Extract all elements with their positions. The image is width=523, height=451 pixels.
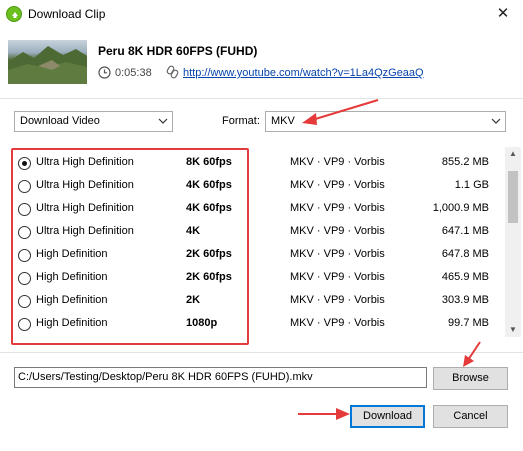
annotation-highlight-box [11, 148, 249, 345]
codec-label: MKV · VP9 · Vorbis [290, 179, 385, 191]
chevron-down-icon [158, 112, 168, 138]
clip-duration: 0:05:38 [115, 67, 152, 79]
size-label: 647.8 MB [441, 248, 489, 260]
size-label: 303.9 MB [441, 294, 489, 306]
size-label: 647.1 MB [441, 225, 489, 237]
close-button[interactable]: ✕ [488, 2, 518, 26]
save-path-input[interactable]: C:/Users/Testing/Desktop/Peru 8K HDR 60F… [14, 367, 427, 388]
title-bar: Download Clip ✕ [0, 0, 523, 30]
cancel-button[interactable]: Cancel [433, 405, 508, 428]
size-label: 465.9 MB [441, 271, 489, 283]
codec-label: MKV · VP9 · Vorbis [290, 271, 385, 283]
size-label: 855.2 MB [441, 156, 489, 168]
codec-label: MKV · VP9 · Vorbis [290, 248, 385, 260]
annotation-arrow-download [298, 408, 350, 420]
divider [0, 98, 523, 99]
download-type-value: Download Video [20, 115, 100, 127]
codec-label: MKV · VP9 · Vorbis [290, 156, 385, 168]
clip-title: Peru 8K HDR 60FPS (FUHD) [98, 44, 258, 58]
size-label: 1.1 GB [454, 179, 489, 191]
scrollbar-thumb[interactable] [508, 171, 518, 223]
codec-label: MKV · VP9 · Vorbis [290, 294, 385, 306]
scroll-up-icon[interactable]: ▲ [505, 147, 521, 161]
list-scrollbar[interactable]: ▲ ▼ [505, 147, 521, 337]
browse-button[interactable]: Browse [433, 367, 508, 390]
codec-label: MKV · VP9 · Vorbis [290, 202, 385, 214]
window-title: Download Clip [28, 7, 106, 21]
divider [0, 352, 523, 353]
codec-label: MKV · VP9 · Vorbis [290, 317, 385, 329]
format-label: Format: [222, 115, 260, 127]
video-thumbnail [8, 40, 87, 84]
annotation-arrow-browse [463, 341, 481, 367]
clock-icon [98, 66, 111, 82]
download-button[interactable]: Download [350, 405, 425, 428]
link-icon [166, 65, 179, 82]
clip-url-link[interactable]: http://www.youtube.com/watch?v=1La4QzGea… [183, 67, 424, 79]
codec-label: MKV · VP9 · Vorbis [290, 225, 385, 237]
scroll-down-icon[interactable]: ▼ [505, 323, 521, 337]
download-type-dropdown[interactable]: Download Video [14, 111, 173, 132]
chevron-down-icon [491, 112, 501, 138]
size-label: 1,000.9 MB [432, 202, 489, 214]
annotation-arrow-format [302, 99, 379, 125]
size-label: 99.7 MB [448, 317, 489, 329]
app-logo-icon [6, 6, 22, 22]
